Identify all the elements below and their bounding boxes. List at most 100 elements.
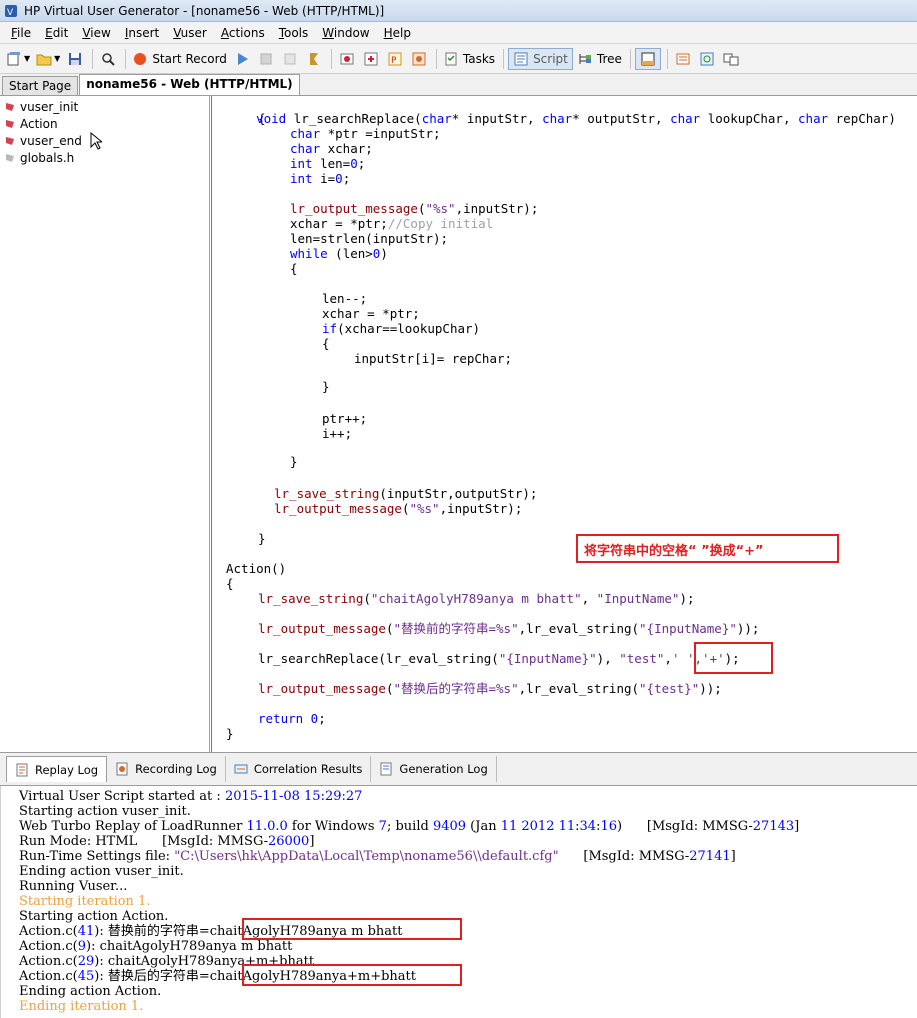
find-button[interactable] [97, 48, 119, 70]
log-line: Starting iteration 1. [19, 894, 151, 909]
save-button[interactable] [64, 48, 86, 70]
params-button[interactable]: P [384, 48, 406, 70]
snapshot-icon [676, 53, 690, 64]
breakpoint-button[interactable] [336, 48, 358, 70]
menu-vuser[interactable]: Vuser [166, 26, 214, 40]
tab-recording-log[interactable]: Recording Log [107, 756, 226, 782]
start-record-button[interactable]: Start Record [130, 48, 229, 70]
menu-tools[interactable]: Tools [272, 26, 316, 40]
log-line: Action.c(9): chaitAgolyH789anya m bhatt [19, 939, 293, 954]
code-line: return 0; [258, 711, 326, 726]
compare-button[interactable] [720, 48, 742, 70]
tab-noname56[interactable]: noname56 - Web (HTTP/HTML) [79, 74, 300, 95]
toolbar-separator [330, 48, 332, 69]
correlation-icon [234, 764, 248, 774]
output-window-icon [641, 52, 655, 65]
pause-icon [284, 53, 296, 64]
menu-window[interactable]: Window [315, 26, 376, 40]
log-line: Run-Time Settings file: "C:\Users\hk\App… [19, 849, 736, 864]
compile-button[interactable] [360, 48, 382, 70]
pause-button[interactable] [279, 48, 301, 70]
script-view-button[interactable]: Script [508, 47, 573, 70]
tasks-icon [445, 52, 457, 65]
web-icon [700, 52, 714, 65]
compare-icon [723, 53, 739, 65]
output-toggle-button[interactable] [634, 47, 661, 70]
toolbar-separator [503, 48, 505, 69]
code-line: xchar = *ptr;//Copy initial [290, 216, 494, 231]
code-line: char xchar; [290, 141, 373, 156]
play-icon [237, 52, 248, 65]
stop-icon [260, 53, 272, 64]
tab-replay-log[interactable]: Replay Log [6, 756, 108, 782]
tree-view-button[interactable]: Tree [575, 48, 624, 70]
log-line: Ending action vuser_init. [19, 864, 184, 879]
code-line: lr_output_message("%s",inputStr); [274, 501, 523, 516]
annotation-box-after [242, 964, 462, 986]
log-line: Ending iteration 1. [19, 999, 144, 1014]
code-line: int i=0; [290, 171, 351, 186]
code-line: lr_save_string(inputStr,outputStr); [274, 486, 538, 501]
log-line: Virtual User Script started at : 2015-11… [19, 789, 363, 804]
breakpoint-icon [340, 53, 354, 64]
replay-log-icon [16, 763, 28, 776]
svg-text:P: P [391, 56, 397, 66]
tab-generation-log[interactable]: Generation Log [371, 756, 497, 782]
tree-item-globals-h[interactable]: globals.h [4, 149, 209, 166]
menu-view[interactable]: View [75, 26, 117, 40]
code-line: len=strlen(inputStr); [290, 231, 449, 246]
params-icon: P [388, 52, 402, 66]
code-line: { [226, 576, 234, 591]
record-icon [134, 52, 147, 65]
web-view-button[interactable] [696, 48, 718, 70]
mouse-cursor-icon [90, 131, 102, 150]
title-bar: V HP Virtual User Generator - [noname56 … [0, 0, 917, 22]
code-line: lr_searchReplace(lr_eval_string("{InputN… [258, 651, 740, 666]
menu-file[interactable]: File [4, 26, 38, 40]
stop-button[interactable] [255, 48, 277, 70]
log-line: Starting action Action. [19, 909, 169, 924]
menu-help[interactable]: Help [377, 26, 418, 40]
tree-item-action[interactable]: Action [4, 115, 209, 132]
action-icon [6, 119, 14, 128]
window-title: HP Virtual User Generator - [noname56 - … [24, 3, 385, 18]
code-line: { [258, 111, 266, 126]
menu-bar: File Edit View Insert Vuser Actions Tool… [0, 22, 917, 44]
annotation-box-replace-args [694, 642, 773, 674]
tree-item-vuser-end[interactable]: vuser_end [4, 131, 209, 150]
open-button[interactable]: ▼ [34, 48, 62, 70]
search-icon [102, 52, 116, 66]
script-editor[interactable]: void lr_searchReplace(char* inputStr, ch… [211, 96, 917, 752]
output-tabs: Replay Log Recording Log Correlation Res… [0, 752, 917, 786]
tab-correlation-results[interactable]: Correlation Results [226, 756, 372, 782]
annotation-callout-text: 将字符串中的空格“ ”换成“+” [584, 544, 764, 559]
code-line: char *ptr =inputStr; [290, 126, 441, 141]
action-icon [6, 102, 14, 111]
app-icon: V [5, 4, 17, 18]
tree-item-vuser-init[interactable]: vuser_init [4, 98, 209, 115]
code-line: { [322, 336, 330, 351]
menu-actions[interactable]: Actions [214, 26, 272, 40]
correlate-icon [412, 52, 426, 65]
step-button[interactable] [303, 48, 325, 70]
menu-insert[interactable]: Insert [118, 26, 166, 40]
log-line: Run Mode: HTML [MsgId: MMSG-26000] [19, 834, 315, 849]
snapshot-button[interactable] [672, 48, 694, 70]
tasks-button[interactable]: Tasks [441, 48, 497, 70]
menu-edit[interactable]: Edit [38, 26, 75, 40]
tab-start-page[interactable]: Start Page [2, 76, 79, 95]
run-button[interactable] [231, 48, 253, 70]
code-line: len--; [322, 291, 368, 306]
replay-log-output[interactable]: Virtual User Script started at : 2015-11… [0, 786, 917, 1018]
new-script-button[interactable]: ▼ [4, 48, 32, 70]
log-line: Ending action Action. [19, 984, 162, 999]
code-line: xchar = *ptr; [322, 306, 420, 321]
save-icon [69, 52, 82, 65]
code-line: { [290, 261, 298, 276]
script-icon [514, 52, 528, 65]
code-line: } [226, 726, 234, 741]
code-line: } [322, 379, 330, 394]
correlate-button[interactable] [408, 48, 430, 70]
code-line: i++; [322, 426, 353, 441]
code-line: } [290, 454, 298, 469]
